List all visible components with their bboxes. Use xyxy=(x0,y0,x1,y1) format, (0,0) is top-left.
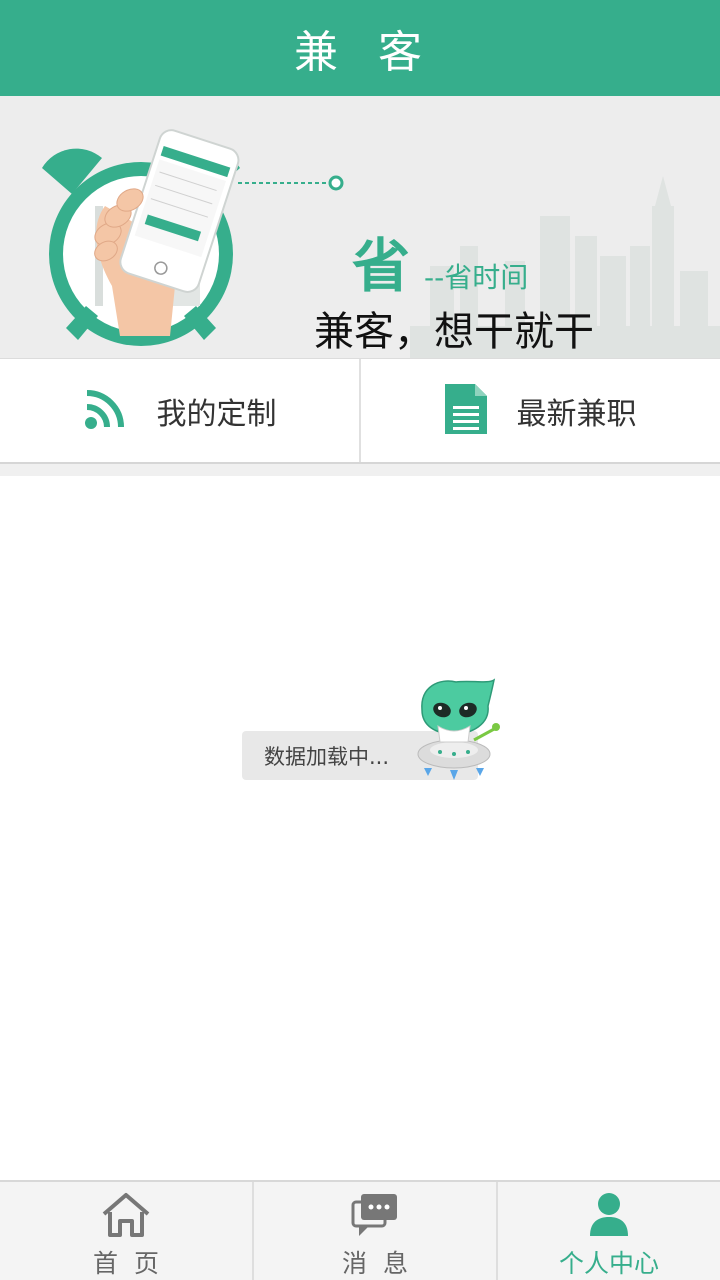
my-custom-label: 我的定制 xyxy=(156,396,277,432)
document-icon xyxy=(444,383,487,438)
divider xyxy=(0,464,720,476)
tab-profile-label: 个人中心 xyxy=(558,1249,659,1278)
tab-home[interactable]: 首 页 xyxy=(0,1182,252,1280)
tab-home-label: 首 页 xyxy=(93,1249,159,1278)
quick-menu: 我的定制 最新兼职 xyxy=(0,358,720,464)
banner-highlight-char: 省 xyxy=(352,232,411,300)
bottom-tab-bar: 首 页 消 息 个人中心 xyxy=(0,1180,720,1280)
person-icon xyxy=(589,1192,629,1242)
app-header: 兼 客 xyxy=(0,0,720,96)
latest-jobs-button[interactable]: 最新兼职 xyxy=(359,359,720,462)
banner-slogan: 兼客，想干就干 xyxy=(314,309,594,355)
home-icon xyxy=(100,1192,152,1242)
latest-jobs-label: 最新兼职 xyxy=(516,396,637,432)
tab-messages-label: 消 息 xyxy=(342,1249,408,1278)
message-icon xyxy=(351,1192,399,1242)
tab-messages[interactable]: 消 息 xyxy=(252,1182,496,1280)
promo-banner[interactable]: 省 --省时间 兼客，想干就干 xyxy=(0,96,720,358)
my-custom-button[interactable]: 我的定制 xyxy=(0,359,359,462)
loading-text: 数据加载中... xyxy=(264,744,390,769)
rss-icon xyxy=(83,387,127,435)
banner-subtitle: --省时间 xyxy=(424,261,529,294)
alien-mascot-icon xyxy=(410,676,506,790)
tab-profile[interactable]: 个人中心 xyxy=(496,1182,720,1280)
page-title: 兼 客 xyxy=(294,27,426,78)
